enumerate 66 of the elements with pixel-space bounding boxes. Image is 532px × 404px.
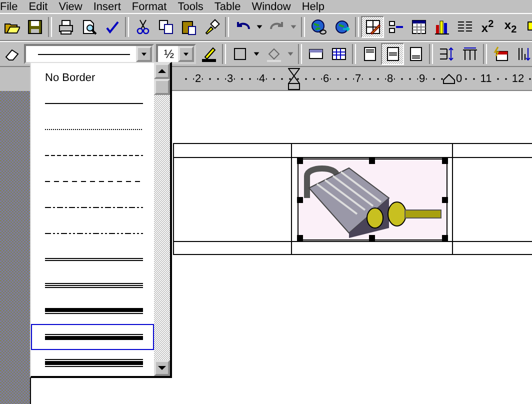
paint-bucket-icon <box>266 46 282 62</box>
menu-item[interactable]: Insert <box>93 2 121 13</box>
globe-arrows-icon <box>334 19 350 35</box>
toolbar-button[interactable] <box>381 43 404 65</box>
border-style-option[interactable]: No Border <box>31 65 154 91</box>
ruler-number: 11 <box>479 72 493 84</box>
indent-marker-icon[interactable] <box>288 68 300 90</box>
solid-line-icon <box>38 52 130 56</box>
printer-icon <box>58 19 74 35</box>
scroll-up-button[interactable] <box>154 63 170 79</box>
table-list-icon <box>388 19 404 35</box>
table-pencil-icon <box>364 19 380 35</box>
line-weight-box[interactable]: ½ <box>156 44 196 64</box>
ruler-number: 7 <box>354 72 362 84</box>
clipboard-icon <box>180 19 196 35</box>
triple-line-icon <box>45 280 143 290</box>
distribute-rows-icon <box>438 46 454 62</box>
dropdown-arrow-button[interactable] <box>136 46 152 62</box>
paintbrush-icon <box>204 19 220 35</box>
border-style-option[interactable] <box>31 324 154 350</box>
globe-chain-icon <box>310 19 326 35</box>
ruler-number: 12 <box>510 72 526 84</box>
sort-ascending-icon <box>516 46 532 62</box>
ruler-number: 6 <box>322 72 330 84</box>
thin-thick-line-icon <box>45 332 143 342</box>
align-middle-icon <box>384 46 400 62</box>
scissors-icon <box>134 19 150 35</box>
right-indent-marker-icon[interactable] <box>443 74 455 84</box>
align-bottom-icon <box>408 46 424 62</box>
copy-icon <box>158 19 174 35</box>
spreadsheet-icon <box>410 19 426 35</box>
menu-item[interactable]: File <box>0 2 18 13</box>
menu-item[interactable]: View <box>58 2 82 13</box>
align-top-icon <box>362 46 378 62</box>
menu-item[interactable]: Tools <box>178 2 204 13</box>
table-lightning-icon <box>492 46 508 62</box>
thin-thick-thin-line-icon <box>45 358 143 368</box>
toolbar-button[interactable] <box>361 16 384 38</box>
split-cells-icon <box>330 46 346 62</box>
ruler-number: 0 <box>455 72 464 84</box>
padlock-and-key-drawing[interactable] <box>296 158 448 241</box>
up-arrow-icon <box>158 68 166 74</box>
scrollbar[interactable] <box>154 63 170 376</box>
scroll-thumb[interactable] <box>154 79 170 95</box>
menu-item[interactable]: Table <box>214 2 241 13</box>
ruler-number: 2 <box>194 72 202 84</box>
thick-thin-line-icon <box>45 306 143 316</box>
ruler-number: 8 <box>386 72 394 84</box>
page-magnifier-icon <box>80 19 96 35</box>
down-arrow-icon <box>158 365 166 371</box>
dropdown-arrow-button[interactable] <box>178 46 194 62</box>
merge-cells-icon <box>308 46 324 62</box>
ruler-number: 3 <box>226 72 234 84</box>
menu-item[interactable]: Format <box>132 2 167 13</box>
ruler-number: 4 <box>258 72 266 84</box>
menu-item[interactable]: Edit <box>28 2 48 13</box>
checkmark-icon <box>104 19 120 35</box>
menu-item[interactable]: Help <box>302 2 324 13</box>
ruler-number: 9 <box>418 72 426 84</box>
bar-chart-icon <box>434 19 450 35</box>
distribute-columns-icon <box>462 46 478 62</box>
scroll-down-button[interactable] <box>154 360 170 376</box>
line-style-box[interactable] <box>24 44 154 64</box>
menu-item[interactable]: Window <box>252 2 291 13</box>
pen-icon <box>200 46 216 62</box>
border-square-icon <box>232 46 248 62</box>
